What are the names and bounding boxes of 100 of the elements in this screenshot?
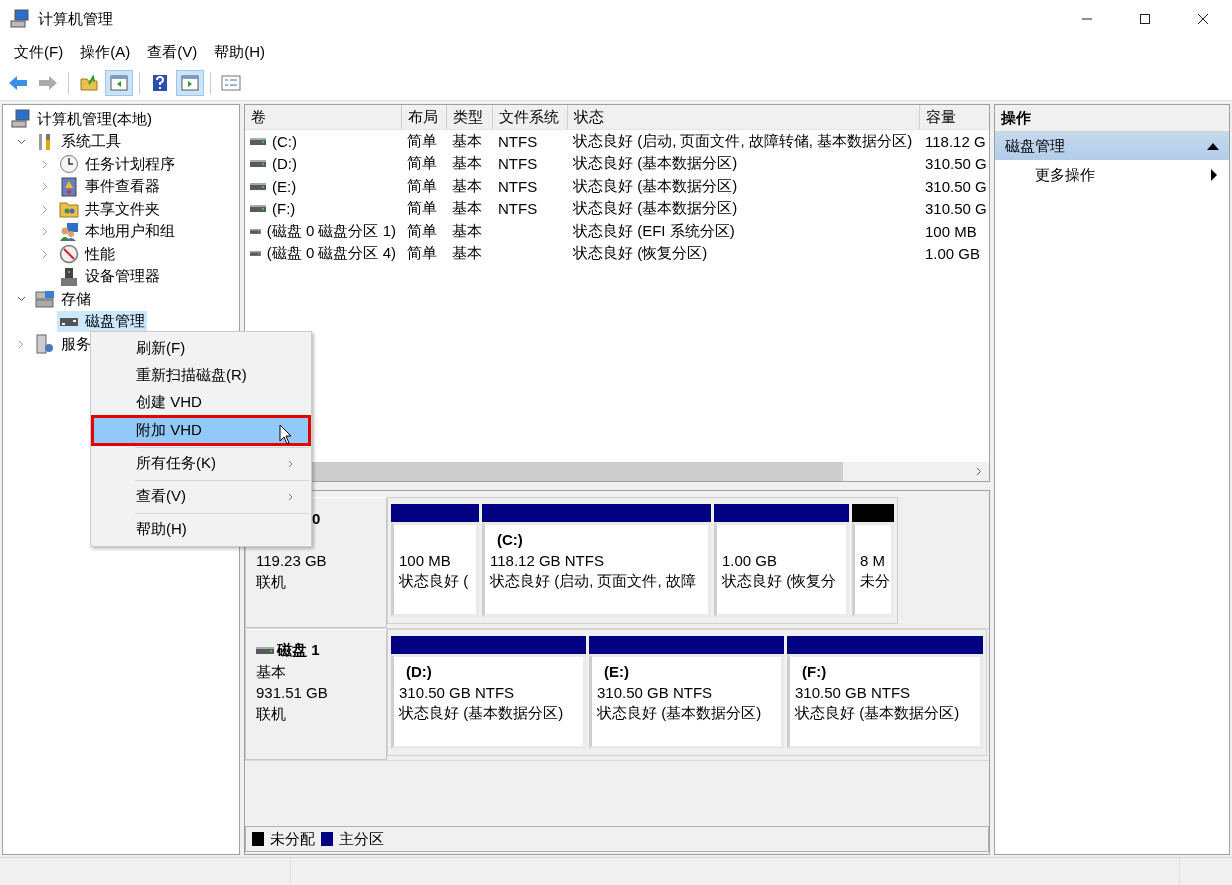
menu-item[interactable]: 操作(A) bbox=[72, 42, 140, 62]
column-header[interactable]: 容量 bbox=[920, 105, 989, 129]
partition-box[interactable]: 8 M 未分 bbox=[852, 522, 894, 617]
table-cell: 基本 bbox=[452, 244, 482, 264]
partition-box[interactable]: (C:) 118.12 GB NTFS 状态良好 (启动, 页面文件, 故障 bbox=[482, 522, 711, 617]
menu-item[interactable]: 所有任务(K) bbox=[93, 450, 309, 477]
partition-size: 1.00 GB bbox=[722, 551, 779, 571]
chevron-down-icon[interactable] bbox=[16, 296, 26, 303]
tree-item[interactable]: 设备管理器 bbox=[57, 266, 162, 288]
chevron-down-icon[interactable] bbox=[16, 138, 26, 145]
partition-box[interactable]: (F:) 310.50 GB NTFS 状态良好 (基本数据分区) bbox=[787, 654, 983, 749]
table-cell: 100 MB bbox=[925, 222, 977, 240]
partition-box[interactable]: (E:) 310.50 GB NTFS 状态良好 (基本数据分区) bbox=[589, 654, 784, 749]
device-icon bbox=[59, 266, 79, 287]
pane-icon bbox=[181, 75, 199, 91]
computer-icon bbox=[11, 109, 31, 130]
chevron-right-icon[interactable] bbox=[42, 249, 48, 259]
table-cell: NTFS bbox=[498, 177, 538, 195]
menu-item[interactable]: 帮助(H) bbox=[206, 42, 274, 62]
legend-label: 未分配 bbox=[270, 829, 315, 849]
close-icon bbox=[1197, 13, 1209, 25]
chevron-right-icon[interactable] bbox=[42, 159, 48, 169]
tree-item[interactable]: 存储 bbox=[33, 288, 93, 310]
table-cell: (E:) bbox=[272, 177, 297, 195]
table-cell: 基本 bbox=[452, 154, 482, 174]
table-cell: (磁盘 0 磁盘分区 1) bbox=[266, 221, 396, 241]
server-icon bbox=[35, 334, 55, 355]
legend-label: 主分区 bbox=[339, 829, 384, 849]
tree-item[interactable]: 共享文件夹 bbox=[57, 198, 162, 220]
drive-icon bbox=[250, 160, 266, 168]
table-cell: 简单 bbox=[407, 199, 437, 219]
tree-item[interactable]: 服务 bbox=[33, 333, 93, 355]
disk-name: 0 bbox=[312, 510, 321, 527]
table-cell: 310.50 G bbox=[925, 177, 987, 195]
disk-type: 基本 bbox=[256, 662, 287, 682]
partition-status: 状态良好 (基本数据分区) bbox=[399, 703, 565, 723]
action-item[interactable]: 更多操作 bbox=[995, 160, 1229, 190]
partition-size: 310.50 GB NTFS bbox=[399, 683, 516, 703]
chevron-right-icon[interactable] bbox=[18, 339, 24, 349]
computer-management-icon bbox=[10, 9, 30, 29]
partition-size: 8 M bbox=[860, 551, 886, 571]
tree-item[interactable]: 事件查看器 bbox=[57, 176, 162, 198]
column-header[interactable]: 卷 bbox=[245, 105, 402, 129]
scroll-right-icon[interactable] bbox=[976, 467, 982, 476]
tree-item[interactable]: 系统工具 bbox=[33, 131, 123, 153]
drive-icon bbox=[250, 250, 261, 258]
help-icon bbox=[152, 74, 168, 92]
action-section[interactable]: 磁盘管理 bbox=[995, 132, 1229, 160]
section-title: 磁盘管理 bbox=[1005, 136, 1065, 156]
disk-size: 119.23 GB bbox=[256, 551, 328, 571]
column-header[interactable]: 文件系统 bbox=[493, 105, 568, 129]
tree-item[interactable]: 本地用户和组 bbox=[57, 221, 177, 243]
window-title: 计算机管理 bbox=[38, 9, 113, 29]
chevron-right-icon[interactable] bbox=[42, 227, 48, 237]
chevron-right-icon[interactable] bbox=[42, 182, 48, 192]
drive-icon bbox=[250, 227, 261, 235]
table-cell: 状态良好 (基本数据分区) bbox=[573, 176, 738, 196]
table-cell: NTFS bbox=[498, 200, 538, 218]
table-cell: (D:) bbox=[272, 155, 297, 173]
tree-item[interactable]: 性能 bbox=[57, 243, 117, 265]
folder-icon bbox=[80, 75, 98, 91]
table-cell: 状态良好 (恢复分区) bbox=[573, 244, 708, 264]
disk-header[interactable]: 磁盘 1 基本 931.51 GB 联机 bbox=[245, 629, 387, 760]
partition-name: (C:) bbox=[496, 531, 524, 550]
tree-item[interactable]: 磁盘管理 bbox=[57, 311, 147, 333]
table-cell: 基本 bbox=[452, 199, 482, 219]
clock-icon bbox=[59, 154, 79, 175]
collapse-triangle-icon[interactable] bbox=[1207, 142, 1219, 150]
storage-icon bbox=[35, 289, 55, 310]
partition-size: 100 MB bbox=[399, 551, 452, 571]
disk-status: 联机 bbox=[256, 704, 287, 724]
partition-name: (E:) bbox=[603, 663, 630, 682]
menu-item[interactable]: 创建 VHD bbox=[93, 389, 309, 416]
partition-status: 状态良好 (恢复分 bbox=[722, 571, 838, 591]
menu-item[interactable]: 查看(V) bbox=[139, 42, 207, 62]
table-cell: 状态良好 (基本数据分区) bbox=[573, 199, 738, 219]
partition-size: 118.12 GB NTFS bbox=[490, 551, 605, 571]
table-cell: 简单 bbox=[407, 176, 437, 196]
disk-size: 931.51 GB bbox=[256, 683, 329, 703]
table-cell: 简单 bbox=[407, 244, 437, 264]
drive-icon bbox=[250, 137, 266, 145]
column-header[interactable]: 布局 bbox=[402, 105, 447, 129]
table-cell: 310.50 G bbox=[925, 155, 987, 173]
menu-item[interactable]: 重新扫描磁盘(R) bbox=[93, 362, 309, 389]
table-cell: 310.50 G bbox=[925, 200, 987, 218]
chevron-right-icon[interactable] bbox=[42, 204, 48, 214]
partition-box[interactable]: 1.00 GB 状态良好 (恢复分 bbox=[714, 522, 849, 617]
partition-status: 状态良好 (基本数据分区) bbox=[795, 703, 961, 723]
column-header[interactable]: 类型 bbox=[447, 105, 493, 129]
menu-item[interactable]: 刷新(F) bbox=[93, 335, 309, 362]
menu-item[interactable]: 附加 VHD bbox=[93, 417, 309, 444]
disk-name: 磁盘 1 bbox=[277, 641, 320, 660]
partition-box[interactable]: (D:) 310.50 GB NTFS 状态良好 (基本数据分区) bbox=[391, 654, 586, 749]
partition-box[interactable]: 100 MB 状态良好 ( bbox=[391, 522, 479, 617]
table-cell: 状态良好 (基本数据分区) bbox=[573, 154, 738, 174]
tree-item[interactable]: 任务计划程序 bbox=[57, 153, 177, 175]
partition-name: (D:) bbox=[405, 663, 433, 682]
menu-item[interactable]: 文件(F) bbox=[6, 42, 73, 62]
tree-item[interactable]: 计算机管理(本地) bbox=[9, 108, 154, 130]
column-header[interactable]: 状态 bbox=[568, 105, 920, 129]
